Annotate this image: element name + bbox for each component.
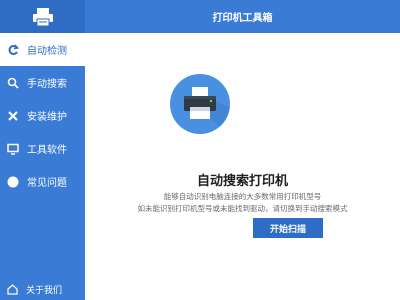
description-line-2: 如未能识别打印机型号或未能找到驱动，请切换到手动搜索模式 [137, 204, 348, 213]
refresh-icon [6, 43, 20, 57]
sidebar-item-label: 工具软件 [27, 145, 67, 156]
sidebar: 自动检测 手动搜索 安装维护 工具软件 常见问题 关于我们 [0, 0, 85, 300]
about-us-link[interactable]: 关于我们 [0, 278, 85, 300]
question-icon [6, 175, 20, 189]
sidebar-item-label: 安装维护 [27, 112, 67, 123]
sidebar-item-label: 常见问题 [27, 178, 67, 189]
page-headline: 自动搜索打印机 [196, 174, 288, 189]
search-icon [6, 76, 20, 90]
app-logo [0, 0, 85, 33]
app-title: 打印机工具箱 [212, 13, 273, 24]
sidebar-item-tool-software[interactable]: 工具软件 [0, 132, 85, 165]
monitor-icon [6, 142, 20, 156]
home-icon [6, 283, 18, 295]
sidebar-item-label: 手动搜索 [27, 79, 67, 90]
sidebar-item-faq[interactable]: 常见问题 [0, 165, 85, 198]
tools-icon [6, 109, 20, 123]
printer-icon [184, 87, 230, 134]
title-bar: 打印机工具箱 [85, 0, 400, 33]
main-panel [85, 33, 400, 300]
start-scan-button[interactable]: 开始扫描 [253, 218, 323, 238]
about-us-label: 关于我们 [26, 285, 63, 296]
description-line-1: 能够自动识别电脑连接的大多数常用打印机型号 [163, 192, 322, 201]
printer-logo-icon [32, 7, 53, 26]
printer-illustration [170, 74, 230, 134]
sidebar-item-manual-search[interactable]: 手动搜索 [0, 66, 85, 99]
sidebar-item-auto-detect[interactable]: 自动检测 [0, 33, 85, 66]
sidebar-item-label: 自动检测 [27, 46, 67, 57]
sidebar-item-install-maintain[interactable]: 安装维护 [0, 99, 85, 132]
